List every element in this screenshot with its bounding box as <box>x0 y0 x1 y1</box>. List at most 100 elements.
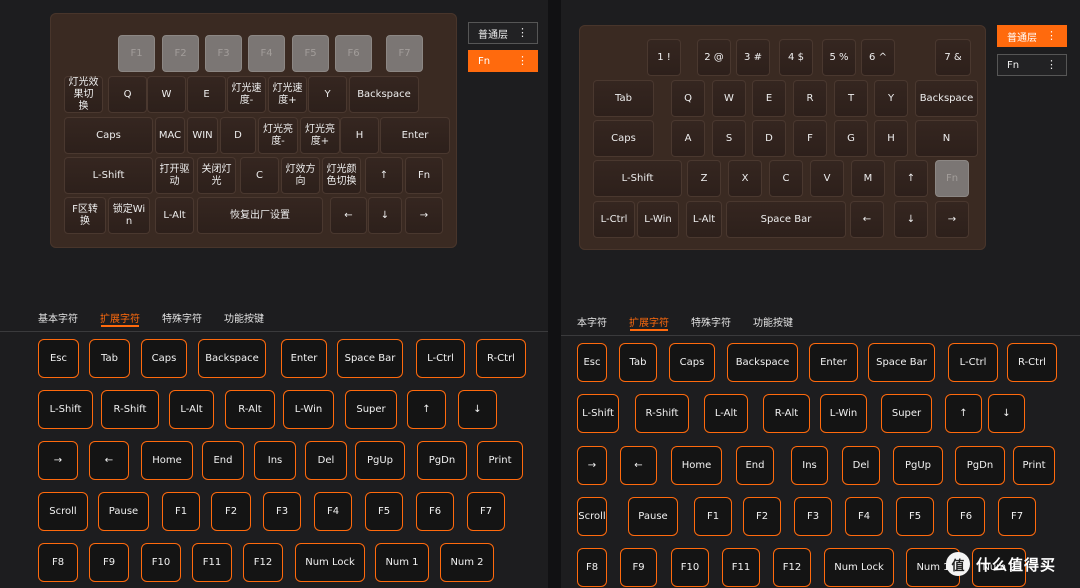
char-key-print[interactable]: Print <box>477 441 523 480</box>
tab-1[interactable]: 基本字符 <box>38 310 78 325</box>
char-key-tab[interactable]: Tab <box>89 339 130 378</box>
key-f3[interactable]: F3 <box>205 35 242 72</box>
char-key-pgup[interactable]: PgUp <box>355 441 405 480</box>
key-a[interactable]: A <box>671 120 705 157</box>
char-key-ins[interactable]: Ins <box>791 446 828 485</box>
more-icon[interactable]: ⋮ <box>1046 59 1057 71</box>
char-key-pgdn[interactable]: PgDn <box>417 441 467 480</box>
key-d[interactable]: D <box>220 117 256 154</box>
char-key-esc[interactable]: Esc <box>38 339 79 378</box>
char-key-scroll[interactable]: Scroll <box>577 497 607 536</box>
char-key-num-lock[interactable]: Num Lock <box>824 548 894 587</box>
key-symbol[interactable]: 打开驱 动 <box>155 157 194 194</box>
key-r[interactable]: R <box>793 80 827 117</box>
key-f6[interactable]: F6 <box>335 35 372 72</box>
key-fn[interactable]: Fn <box>405 157 443 194</box>
char-key-pgup[interactable]: PgUp <box>893 446 943 485</box>
key-3[interactable]: 3 # <box>736 39 770 76</box>
char-key-f12[interactable]: F12 <box>773 548 811 587</box>
tab-2[interactable]: 扩展字符 <box>100 310 140 325</box>
char-key-r-alt[interactable]: R-Alt <box>763 394 810 433</box>
key-c[interactable]: C <box>769 160 803 197</box>
char-key-super[interactable]: Super <box>345 390 397 429</box>
tab-4[interactable]: 功能按键 <box>224 310 264 325</box>
char-key-l-alt[interactable]: L-Alt <box>169 390 214 429</box>
char-key-l-alt[interactable]: L-Alt <box>704 394 748 433</box>
char-key-f9[interactable]: F9 <box>620 548 657 587</box>
layer-button-normal[interactable]: 普通层 ⋮ <box>468 22 538 44</box>
key-7[interactable]: 7 & <box>935 39 971 76</box>
more-icon[interactable]: ⋮ <box>517 27 528 39</box>
key-symbol[interactable]: → <box>405 197 443 234</box>
key-4[interactable]: 4 $ <box>779 39 813 76</box>
key-f2[interactable]: F2 <box>162 35 199 72</box>
char-key-f4[interactable]: F4 <box>314 492 352 531</box>
char-key-f5[interactable]: F5 <box>365 492 403 531</box>
key-tab[interactable]: Tab <box>593 80 654 117</box>
more-icon[interactable]: ⋮ <box>1046 30 1057 42</box>
char-key-f6[interactable]: F6 <box>947 497 985 536</box>
key-y[interactable]: Y <box>308 76 347 113</box>
key-symbol[interactable]: ← <box>850 201 884 238</box>
key-e[interactable]: E <box>752 80 786 117</box>
key-symbol[interactable]: ↓ <box>894 201 928 238</box>
key-l-win[interactable]: L-Win <box>637 201 679 238</box>
key-l-ctrl[interactable]: L-Ctrl <box>593 201 635 238</box>
char-key-num-lock[interactable]: Num Lock <box>295 543 365 582</box>
char-key-f7[interactable]: F7 <box>998 497 1036 536</box>
char-key-f3[interactable]: F3 <box>794 497 832 536</box>
char-key-del[interactable]: Del <box>842 446 880 485</box>
char-key-l-win[interactable]: L-Win <box>820 394 867 433</box>
tab-3[interactable]: 特殊字符 <box>162 310 202 325</box>
char-key-symbol[interactable]: → <box>577 446 607 485</box>
char-key-symbol[interactable]: ↑ <box>407 390 446 429</box>
key-symbol[interactable]: 灯光效果切 换 <box>64 76 103 113</box>
char-key-scroll[interactable]: Scroll <box>38 492 88 531</box>
key-f[interactable]: F区转换 <box>64 197 106 234</box>
char-key-f8[interactable]: F8 <box>577 548 607 587</box>
key-space-bar[interactable]: Space Bar <box>726 201 846 238</box>
char-key-f3[interactable]: F3 <box>263 492 301 531</box>
key-x[interactable]: X <box>728 160 762 197</box>
tab-1[interactable]: 本字符 <box>577 314 607 329</box>
key-f7[interactable]: F7 <box>386 35 423 72</box>
key-q[interactable]: Q <box>108 76 147 113</box>
char-key-symbol[interactable]: ↓ <box>988 394 1025 433</box>
char-key-f2[interactable]: F2 <box>743 497 781 536</box>
key-symbol[interactable]: 恢复出厂设置 <box>197 197 323 234</box>
key-c[interactable]: C <box>240 157 279 194</box>
key-2[interactable]: 2 @ <box>697 39 731 76</box>
key-e[interactable]: E <box>187 76 226 113</box>
char-key-symbol[interactable]: ← <box>89 441 129 480</box>
tab-4[interactable]: 功能按键 <box>753 314 793 329</box>
key-w[interactable]: W <box>712 80 746 117</box>
key-win[interactable]: WIN <box>187 117 218 154</box>
key-q[interactable]: Q <box>671 80 705 117</box>
char-key-enter[interactable]: Enter <box>809 343 858 382</box>
char-key-f1[interactable]: F1 <box>162 492 200 531</box>
key-symbol[interactable]: 灯光亮 度- <box>258 117 298 154</box>
char-key-f4[interactable]: F4 <box>845 497 883 536</box>
char-key-backspace[interactable]: Backspace <box>198 339 266 378</box>
char-key-r-ctrl[interactable]: R-Ctrl <box>1007 343 1057 382</box>
key-enter[interactable]: Enter <box>380 117 450 154</box>
key-symbol[interactable]: → <box>935 201 969 238</box>
char-key-f2[interactable]: F2 <box>211 492 251 531</box>
char-key-tab[interactable]: Tab <box>619 343 657 382</box>
char-key-backspace[interactable]: Backspace <box>727 343 798 382</box>
key-s[interactable]: S <box>712 120 746 157</box>
key-symbol[interactable]: ↓ <box>368 197 402 234</box>
char-key-esc[interactable]: Esc <box>577 343 607 382</box>
key-h[interactable]: H <box>340 117 379 154</box>
char-key-end[interactable]: End <box>736 446 774 485</box>
char-key-symbol[interactable]: → <box>38 441 78 480</box>
key-l-shift[interactable]: L-Shift <box>593 160 682 197</box>
char-key-f6[interactable]: F6 <box>416 492 454 531</box>
char-key-space-bar[interactable]: Space Bar <box>337 339 403 378</box>
layer-button-normal[interactable]: 普通层 ⋮ <box>997 25 1067 47</box>
char-key-home[interactable]: Home <box>141 441 193 480</box>
char-key-caps[interactable]: Caps <box>141 339 187 378</box>
key-l-alt[interactable]: L-Alt <box>155 197 194 234</box>
char-key-f10[interactable]: F10 <box>671 548 709 587</box>
layer-button-fn[interactable]: Fn ⋮ <box>997 54 1067 76</box>
